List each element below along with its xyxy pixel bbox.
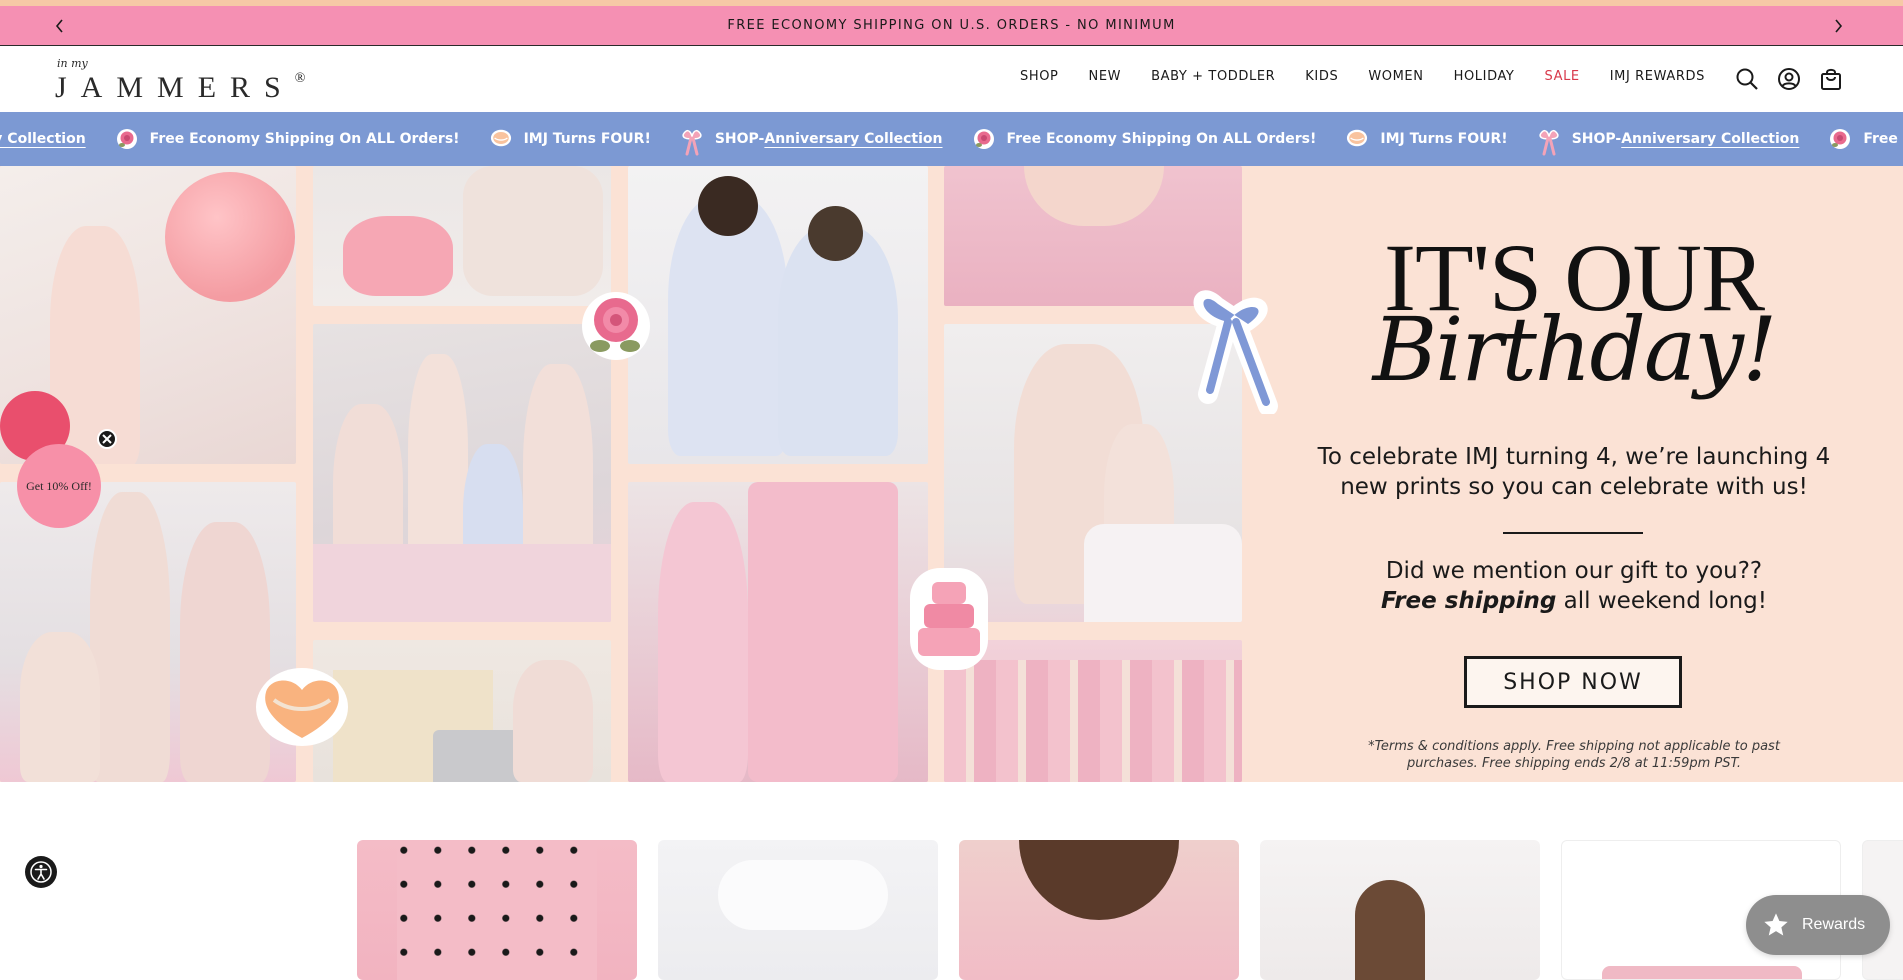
announcement-text: FREE ECONOMY SHIPPING ON U.S. ORDERS - N… xyxy=(727,18,1176,33)
hero-gift-rest: all weekend long! xyxy=(1556,588,1767,614)
nav-item-imj-rewards[interactable]: IMJ REWARDS xyxy=(1610,69,1705,84)
hero-gift-line1: Did we mention our gift to you?? xyxy=(1385,558,1763,584)
product-carousel xyxy=(0,782,1903,980)
rose-icon xyxy=(973,128,995,150)
star-icon xyxy=(1764,913,1788,936)
product-card[interactable] xyxy=(357,840,637,980)
bow-icon xyxy=(681,128,703,156)
accessibility-icon xyxy=(30,861,52,883)
chevron-right-icon xyxy=(1835,19,1843,33)
site-header: in my JAMMERS® SHOP NEW BABY + TODDLER K… xyxy=(0,47,1903,112)
product-card[interactable] xyxy=(1260,840,1540,980)
hero-gift-bold: Free shipping xyxy=(1381,588,1557,614)
announcement-prev-button[interactable] xyxy=(50,16,70,36)
logo-small-text: in my xyxy=(57,57,88,70)
hero-photo-laptop[interactable] xyxy=(313,640,611,782)
hero-title-line2: Birthday! xyxy=(1372,298,1778,401)
marquee-item-text: IMJ Turns FOUR! xyxy=(523,131,651,147)
rewards-label: Rewards xyxy=(1802,916,1866,933)
account-button[interactable] xyxy=(1775,65,1803,93)
nav-item-holiday[interactable]: HOLIDAY xyxy=(1454,69,1515,84)
hero-gift-line2: Free shipping all weekend long! xyxy=(1309,586,1839,616)
cart-button[interactable] xyxy=(1817,65,1845,93)
marquee-item: Free Economy Shipping On ALL Orders! xyxy=(1829,128,1903,150)
bag-icon xyxy=(1821,68,1841,90)
nav-item-sale[interactable]: SALE xyxy=(1544,69,1579,84)
marquee-item-link[interactable]: Anniversary Collection xyxy=(0,131,86,147)
heart-cake-sticker xyxy=(254,666,350,753)
close-icon xyxy=(102,434,112,444)
search-icon xyxy=(1736,68,1758,90)
hero-photo-mom-daughters[interactable] xyxy=(0,482,296,782)
marquee-item: Free Economy Shipping On ALL Orders! xyxy=(116,128,460,150)
discount-popup-badge[interactable]: Get 10% Off! xyxy=(17,444,101,528)
promo-marquee: SHOP- Anniversary Collection Free Economy… xyxy=(0,112,1903,166)
main-nav: SHOP NEW BABY + TODDLER KIDS WOMEN HOLID… xyxy=(1020,69,1735,84)
cake-icon xyxy=(490,128,512,150)
announcement-next-button[interactable] xyxy=(1828,16,1848,36)
accessibility-button[interactable] xyxy=(25,856,57,888)
product-card[interactable] xyxy=(959,840,1239,980)
discount-popup-close-button[interactable] xyxy=(97,429,117,449)
chevron-left-icon xyxy=(55,19,63,33)
marquee-item-text: SHOP- xyxy=(1571,131,1622,147)
logo-wordmark: JAMMERS® xyxy=(55,71,306,104)
marquee-item-link[interactable]: Anniversary Collection xyxy=(1621,131,1799,147)
hero-gift-text: Did we mention our gift to you?? Free sh… xyxy=(1309,556,1839,616)
rose-icon xyxy=(582,292,650,360)
hero-body: To celebrate IMJ turning 4, we’re launch… xyxy=(1317,444,1831,500)
hero-photo-cake[interactable] xyxy=(313,166,611,306)
marquee-item: IMJ Turns FOUR! xyxy=(1346,128,1508,150)
cake-icon xyxy=(1346,128,1368,150)
marquee-item-text: Free Economy Shipping On ALL Orders! xyxy=(149,131,460,147)
rewards-launcher-button[interactable]: Rewards xyxy=(1746,895,1890,955)
cake-icon xyxy=(910,568,988,670)
marquee-item-text: Free Economy Shipping On ALL Orders! xyxy=(1006,131,1317,147)
marquee-item[interactable]: SHOP- Anniversary Collection xyxy=(681,128,943,156)
marquee-track: SHOP- Anniversary Collection Free Economy… xyxy=(0,112,1903,166)
bow-icon xyxy=(1538,128,1560,156)
marquee-item-text: Free Economy Shipping On ALL Orders! xyxy=(1863,131,1903,147)
marquee-item-text: IMJ Turns FOUR! xyxy=(1380,131,1508,147)
marquee-item: IMJ Turns FOUR! xyxy=(490,128,651,150)
hero-photo-bow-print[interactable] xyxy=(628,482,928,782)
cake-sticker xyxy=(906,564,992,679)
marquee-item: Free Economy Shipping On ALL Orders! xyxy=(973,128,1317,150)
announcement-bar: FREE ECONOMY SHIPPING ON U.S. ORDERS - N… xyxy=(0,6,1903,46)
product-card[interactable] xyxy=(658,840,938,980)
brand-logo[interactable]: in my JAMMERS® xyxy=(55,57,315,107)
hero-photo-balloon-girl[interactable] xyxy=(0,166,296,464)
rose-sticker xyxy=(578,286,654,375)
marquee-item[interactable]: SHOP- Anniversary Collection xyxy=(1538,128,1799,156)
heart-cake-icon xyxy=(256,668,348,746)
nav-item-baby-toddler[interactable]: BABY + TODDLER xyxy=(1151,69,1275,84)
nav-item-new[interactable]: NEW xyxy=(1089,69,1122,84)
hero-banner: IT'S OUR Birthday! To celebrate IMJ turn… xyxy=(0,166,1903,782)
search-button[interactable] xyxy=(1733,65,1761,93)
marquee-item-text: SHOP- xyxy=(714,131,765,147)
nav-item-shop[interactable]: SHOP xyxy=(1020,69,1059,84)
hero-copy: IT'S OUR Birthday! To celebrate IMJ turn… xyxy=(1245,166,1903,782)
hero-divider xyxy=(1503,532,1643,534)
marquee-item[interactable]: SHOP- Anniversary Collection xyxy=(0,128,86,150)
hero-photo-family[interactable] xyxy=(313,324,611,622)
account-icon xyxy=(1778,68,1800,90)
hero-terms: *Terms & conditions apply. Free shipping… xyxy=(1368,739,1780,771)
rose-icon xyxy=(1829,128,1851,150)
hero-photo-boys-plaid[interactable] xyxy=(628,166,928,464)
marquee-item-link[interactable]: Anniversary Collection xyxy=(764,131,942,147)
nav-item-kids[interactable]: KIDS xyxy=(1305,69,1338,84)
nav-item-women[interactable]: WOMEN xyxy=(1368,69,1423,84)
shop-now-button[interactable]: SHOP NOW xyxy=(1464,656,1682,708)
rose-icon xyxy=(116,128,138,150)
